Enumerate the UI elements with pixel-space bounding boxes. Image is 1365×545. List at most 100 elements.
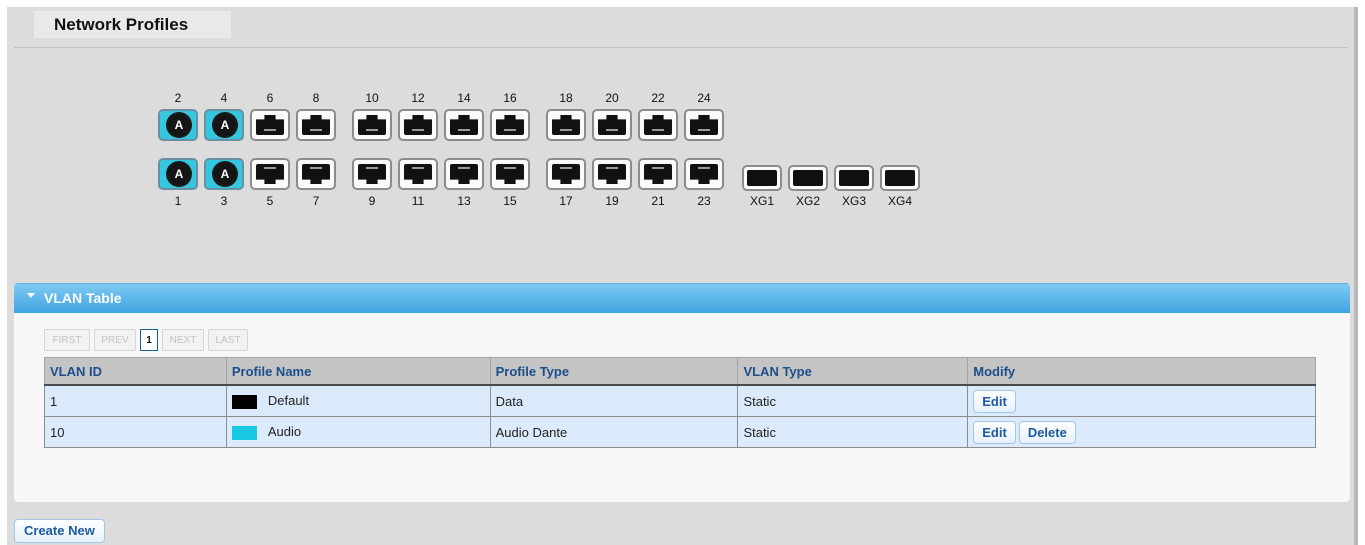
- profile-color-swatch: [231, 394, 257, 409]
- port-22[interactable]: [638, 109, 678, 141]
- rj45-pins-icon: [458, 167, 470, 169]
- col-profile-name: Profile Name: [225, 357, 491, 386]
- sfp-port-XG4[interactable]: [880, 165, 920, 191]
- edit-button[interactable]: Edit: [973, 389, 1016, 413]
- port-14[interactable]: [444, 109, 484, 141]
- port-label: 1: [174, 194, 182, 208]
- port-15[interactable]: [490, 158, 530, 190]
- sfp-slot-icon: [747, 170, 777, 186]
- rj45-pins-icon: [264, 167, 276, 169]
- profile-name-text: Default: [267, 393, 310, 409]
- port-label: 24: [697, 91, 711, 105]
- pager-first-button[interactable]: FIRST: [44, 329, 90, 351]
- port-label: 8: [312, 91, 320, 105]
- profile-type-cell: Audio Dante: [489, 416, 739, 448]
- profile-color-swatch: [231, 425, 257, 440]
- table-row: 1 Default Data Static Edit: [44, 384, 1316, 417]
- rj45-pins-icon: [458, 129, 470, 131]
- profile-name-cell: Audio: [225, 416, 491, 448]
- port-2[interactable]: A: [158, 109, 198, 141]
- col-vlan-id: VLAN ID: [44, 357, 227, 386]
- delete-button[interactable]: Delete: [1018, 420, 1076, 444]
- vlan-table-title: VLAN Table: [44, 290, 122, 306]
- rj45-pins-icon: [504, 129, 516, 131]
- port-label: 21: [651, 194, 665, 208]
- port-label: 15: [503, 194, 517, 208]
- port-10[interactable]: [352, 109, 392, 141]
- sfp-slot-icon: [793, 170, 823, 186]
- table-header-row: VLAN ID Profile Name Profile Type VLAN T…: [44, 357, 1316, 386]
- port-label: 3: [220, 194, 228, 208]
- rj45-pins-icon: [366, 129, 378, 131]
- vlan-table-header[interactable]: VLAN Table: [14, 283, 1350, 313]
- sfp-port-XG1[interactable]: [742, 165, 782, 191]
- sfp-slot-icon: [885, 170, 915, 186]
- vlan-id-cell: 10: [44, 416, 227, 448]
- title-divider: [14, 47, 1348, 48]
- pager-last-button[interactable]: LAST: [208, 329, 248, 351]
- active-badge-icon: A: [168, 114, 190, 136]
- port-7[interactable]: [296, 158, 336, 190]
- port-label: 13: [457, 194, 471, 208]
- pager-page-1[interactable]: 1: [140, 329, 158, 351]
- port-3[interactable]: A: [204, 158, 244, 190]
- port-17[interactable]: [546, 158, 586, 190]
- port-label: 6: [266, 91, 274, 105]
- collapse-caret-icon[interactable]: [27, 293, 35, 298]
- port-21[interactable]: [638, 158, 678, 190]
- vlan-type-cell: Static: [737, 416, 969, 448]
- sfp-port-XG3[interactable]: [834, 165, 874, 191]
- port-label: 12: [411, 91, 425, 105]
- port-20[interactable]: [592, 109, 632, 141]
- port-5[interactable]: [250, 158, 290, 190]
- rj45-pins-icon: [560, 167, 572, 169]
- port-label: 11: [411, 194, 425, 208]
- port-label: 16: [503, 91, 517, 105]
- port-label: 14: [457, 91, 471, 105]
- rj45-socket-icon: [552, 115, 580, 135]
- pager-prev-button[interactable]: PREV: [94, 329, 136, 351]
- rj45-pins-icon: [560, 129, 572, 131]
- port-11[interactable]: [398, 158, 438, 190]
- port-label: 4: [220, 91, 228, 105]
- sfp-label: XG3: [841, 194, 866, 208]
- port-16[interactable]: [490, 109, 530, 141]
- col-profile-type: Profile Type: [489, 357, 739, 386]
- create-new-button[interactable]: Create New: [14, 519, 105, 543]
- sfp-label: XG4: [887, 194, 912, 208]
- vlan-table: VLAN ID Profile Name Profile Type VLAN T…: [44, 357, 1316, 448]
- vlan-type-cell: Static: [737, 384, 969, 417]
- port-8[interactable]: [296, 109, 336, 141]
- rj45-pins-icon: [606, 167, 618, 169]
- port-label: 19: [605, 194, 619, 208]
- port-12[interactable]: [398, 109, 438, 141]
- rj45-pins-icon: [366, 167, 378, 169]
- frame-shadow: [1354, 7, 1358, 545]
- port-9[interactable]: [352, 158, 392, 190]
- port-13[interactable]: [444, 158, 484, 190]
- port-6[interactable]: [250, 109, 290, 141]
- rj45-pins-icon: [310, 129, 322, 131]
- rj45-pins-icon: [310, 167, 322, 169]
- rj45-pins-icon: [652, 167, 664, 169]
- edit-button[interactable]: Edit: [973, 420, 1016, 444]
- port-4[interactable]: A: [204, 109, 244, 141]
- port-18[interactable]: [546, 109, 586, 141]
- port-label: 10: [365, 91, 379, 105]
- rj45-socket-icon: [450, 115, 478, 135]
- port-24[interactable]: [684, 109, 724, 141]
- rj45-pins-icon: [606, 129, 618, 131]
- port-19[interactable]: [592, 158, 632, 190]
- port-label: 5: [266, 194, 274, 208]
- port-23[interactable]: [684, 158, 724, 190]
- rj45-socket-icon: [598, 115, 626, 135]
- rj45-socket-icon: [358, 115, 386, 135]
- pager-next-button[interactable]: NEXT: [162, 329, 204, 351]
- rj45-socket-icon: [302, 115, 330, 135]
- page-title: Network Profiles: [34, 11, 231, 38]
- port-1[interactable]: A: [158, 158, 198, 190]
- port-label: 23: [697, 194, 711, 208]
- active-badge-icon: A: [214, 163, 236, 185]
- sfp-port-XG2[interactable]: [788, 165, 828, 191]
- profile-name-text: Audio: [267, 424, 302, 440]
